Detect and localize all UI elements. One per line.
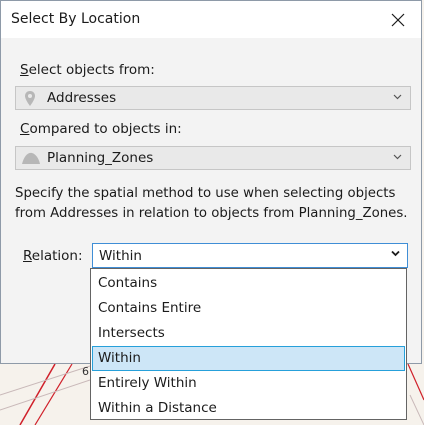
select-from-label: Select objects from:	[20, 62, 155, 78]
chevron-down-icon	[393, 94, 402, 100]
polygon-layer-icon	[22, 152, 40, 164]
dialog-title: Select By Location	[11, 11, 141, 27]
compared-to-value: Planning_Zones	[47, 150, 154, 166]
relation-dropdown-list: Contains Contains Entire Intersects With…	[90, 268, 407, 420]
relation-option-within-a-distance[interactable]: Within a Distance	[92, 396, 405, 421]
chevron-down-icon	[391, 250, 400, 257]
compared-to-label: Compared to objects in:	[20, 121, 182, 137]
title-bar[interactable]: Select By Location	[1, 1, 421, 38]
relation-combobox[interactable]: Within	[92, 243, 408, 268]
map-pin-icon	[25, 91, 35, 106]
select-from-value: Addresses	[47, 90, 117, 106]
spatial-method-description: Specify the spatial method to use when s…	[15, 186, 408, 221]
close-button[interactable]	[383, 5, 413, 35]
relation-option-contains[interactable]: Contains	[92, 271, 405, 296]
select-from-combobox[interactable]: Addresses	[15, 86, 411, 110]
map-label: 6	[82, 365, 89, 378]
relation-label: Relation:	[23, 248, 83, 264]
close-icon	[391, 13, 405, 27]
relation-option-entirely-within[interactable]: Entirely Within	[92, 371, 405, 396]
relation-value: Within	[99, 248, 142, 264]
relation-option-within[interactable]: Within	[92, 346, 405, 371]
chevron-down-icon	[393, 154, 402, 160]
compared-to-combobox[interactable]: Planning_Zones	[15, 146, 411, 170]
relation-option-intersects[interactable]: Intersects	[92, 321, 405, 346]
relation-option-contains-entire[interactable]: Contains Entire	[92, 296, 405, 321]
